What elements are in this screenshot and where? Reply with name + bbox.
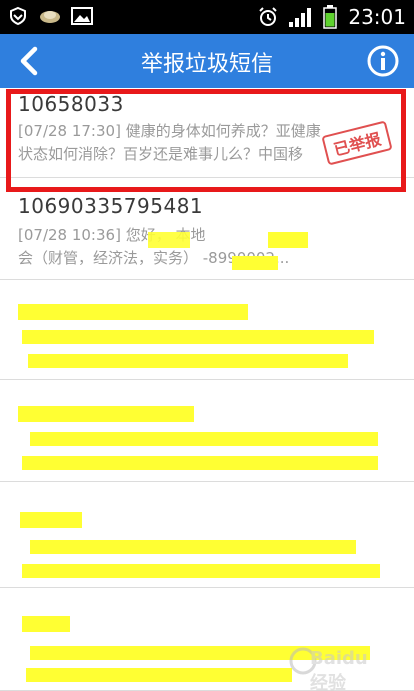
cloud-weather-icon [38, 5, 62, 27]
status-clock: 23:01 [348, 5, 406, 29]
signal-icon [286, 6, 316, 28]
sender-number: 10690335795481 [18, 194, 204, 218]
title-bar: 举报垃圾短信 [0, 34, 414, 88]
shield-icon [6, 5, 30, 27]
watermark-logo: Baidu 经验 [288, 640, 388, 691]
info-button[interactable] [366, 44, 400, 78]
info-circle-icon [367, 45, 399, 77]
image-icon [70, 5, 94, 27]
battery-icon [322, 5, 338, 29]
page-title: 举报垃圾短信 [140, 52, 273, 77]
alarm-clock-icon [256, 6, 280, 28]
list-item[interactable]: 10690335795481 [07/28 10:36] 您好， 本地 会（财管… [0, 178, 414, 280]
message-preview: [07/28 10:36] 您好， 本地 [18, 226, 206, 244]
status-bar: 23:01 [0, 0, 414, 34]
message-preview: 会（财管，经济法，实务） -8990002... [18, 249, 290, 267]
